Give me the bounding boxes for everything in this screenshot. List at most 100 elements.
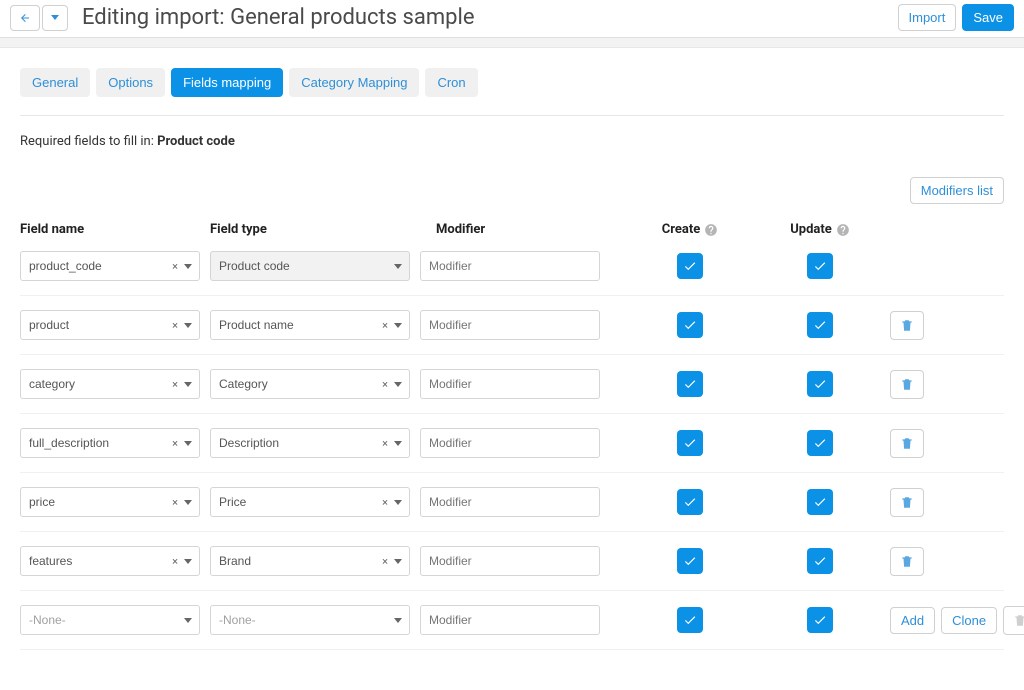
clear-icon[interactable]: × xyxy=(382,319,388,332)
delete-row-button[interactable] xyxy=(890,429,924,458)
field-type-combo[interactable] xyxy=(210,251,410,281)
modifiers-list-button[interactable]: Modifiers list xyxy=(910,177,1004,204)
chevron-down-icon[interactable] xyxy=(184,441,192,446)
field-name-combo[interactable]: × xyxy=(20,546,200,576)
field-type-combo[interactable]: × xyxy=(210,369,410,399)
field-type-input[interactable] xyxy=(210,251,410,281)
clone-row-button[interactable]: Clone xyxy=(941,607,997,634)
field-name-input[interactable] xyxy=(20,605,200,635)
col-update: Update xyxy=(760,222,880,237)
chevron-down-icon[interactable] xyxy=(184,500,192,505)
update-checkbox[interactable] xyxy=(807,607,833,633)
create-checkbox[interactable] xyxy=(677,371,703,397)
field-name-combo[interactable]: × xyxy=(20,369,200,399)
create-checkbox[interactable] xyxy=(677,607,703,633)
modifier-input[interactable] xyxy=(420,487,600,517)
field-name-combo[interactable] xyxy=(20,605,200,635)
delete-row-button[interactable] xyxy=(890,547,924,576)
check-icon xyxy=(813,613,827,627)
check-icon xyxy=(813,259,827,273)
help-icon[interactable] xyxy=(704,223,718,237)
chevron-down-icon[interactable] xyxy=(394,264,402,269)
field-name-combo[interactable]: × xyxy=(20,251,200,281)
field-type-combo[interactable] xyxy=(210,605,410,635)
clear-icon[interactable]: × xyxy=(382,496,388,509)
modifier-input[interactable] xyxy=(420,369,600,399)
clear-icon[interactable]: × xyxy=(382,555,388,568)
field-type-combo[interactable]: × xyxy=(210,546,410,576)
clear-icon[interactable]: × xyxy=(172,319,178,332)
back-dropdown-button[interactable] xyxy=(42,5,68,31)
delete-row-button[interactable] xyxy=(890,370,924,399)
modifier-input[interactable] xyxy=(420,546,600,576)
chevron-down-icon[interactable] xyxy=(184,323,192,328)
update-checkbox[interactable] xyxy=(807,312,833,338)
import-button[interactable]: Import xyxy=(898,4,957,31)
field-name-combo[interactable]: × xyxy=(20,310,200,340)
field-type-input[interactable] xyxy=(210,428,410,458)
clear-icon[interactable]: × xyxy=(172,437,178,450)
chevron-down-icon[interactable] xyxy=(394,323,402,328)
back-button[interactable] xyxy=(10,5,40,31)
help-icon[interactable] xyxy=(836,223,850,237)
modifier-input[interactable] xyxy=(420,428,600,458)
chevron-down-icon[interactable] xyxy=(184,559,192,564)
field-type-input[interactable] xyxy=(210,546,410,576)
divider xyxy=(20,115,1004,116)
clear-icon[interactable]: × xyxy=(172,378,178,391)
update-checkbox[interactable] xyxy=(807,548,833,574)
tab-fields-mapping[interactable]: Fields mapping xyxy=(171,68,283,97)
update-checkbox[interactable] xyxy=(807,371,833,397)
field-type-input[interactable] xyxy=(210,369,410,399)
delete-row-button[interactable] xyxy=(890,488,924,517)
tab-options[interactable]: Options xyxy=(96,68,165,97)
delete-row-button[interactable] xyxy=(890,311,924,340)
chevron-down-icon[interactable] xyxy=(394,618,402,623)
clear-icon[interactable]: × xyxy=(172,496,178,509)
field-name-combo[interactable]: × xyxy=(20,487,200,517)
update-checkbox[interactable] xyxy=(807,253,833,279)
modifier-input[interactable] xyxy=(420,251,600,281)
clear-icon[interactable]: × xyxy=(382,437,388,450)
chevron-down-icon[interactable] xyxy=(394,500,402,505)
chevron-down-icon[interactable] xyxy=(394,441,402,446)
save-button[interactable]: Save xyxy=(962,4,1014,31)
field-type-combo[interactable]: × xyxy=(210,310,410,340)
create-checkbox[interactable] xyxy=(677,253,703,279)
required-prefix: Required fields to fill in: xyxy=(20,134,157,149)
update-checkbox[interactable] xyxy=(807,430,833,456)
tab-category-mapping[interactable]: Category Mapping xyxy=(289,68,419,97)
check-icon xyxy=(813,495,827,509)
tab-cron[interactable]: Cron xyxy=(425,68,477,97)
chevron-down-icon[interactable] xyxy=(394,559,402,564)
check-icon xyxy=(683,259,697,273)
create-checkbox[interactable] xyxy=(677,548,703,574)
chevron-down-icon[interactable] xyxy=(184,264,192,269)
clear-icon[interactable]: × xyxy=(172,555,178,568)
create-checkbox[interactable] xyxy=(677,312,703,338)
field-name-combo[interactable]: × xyxy=(20,428,200,458)
add-row-button[interactable]: Add xyxy=(890,607,935,634)
modifier-input[interactable] xyxy=(420,605,600,635)
create-checkbox[interactable] xyxy=(677,430,703,456)
row-actions: AddClone xyxy=(890,606,1024,635)
chevron-down-icon[interactable] xyxy=(184,382,192,387)
field-type-input[interactable] xyxy=(210,487,410,517)
check-icon xyxy=(813,554,827,568)
check-icon xyxy=(683,613,697,627)
clear-icon[interactable]: × xyxy=(382,378,388,391)
check-icon xyxy=(813,377,827,391)
modifier-input[interactable] xyxy=(420,310,600,340)
chevron-down-icon[interactable] xyxy=(184,618,192,623)
row-actions xyxy=(890,488,1024,517)
tab-general[interactable]: General xyxy=(20,68,90,97)
field-type-input[interactable] xyxy=(210,310,410,340)
field-type-input[interactable] xyxy=(210,605,410,635)
field-type-combo[interactable]: × xyxy=(210,428,410,458)
field-type-combo[interactable]: × xyxy=(210,487,410,517)
update-checkbox[interactable] xyxy=(807,489,833,515)
chevron-down-icon[interactable] xyxy=(394,382,402,387)
create-checkbox[interactable] xyxy=(677,489,703,515)
clear-icon[interactable]: × xyxy=(172,260,178,273)
col-create: Create xyxy=(630,222,750,237)
